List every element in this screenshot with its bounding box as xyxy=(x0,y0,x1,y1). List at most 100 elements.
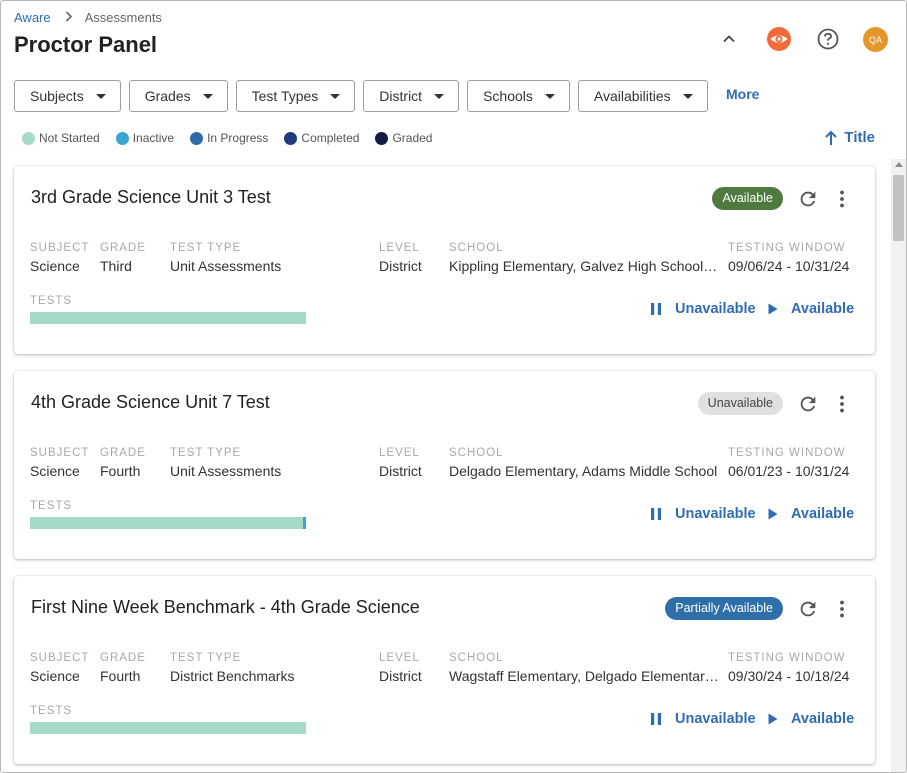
make-unavailable-button[interactable]: Unavailable xyxy=(650,301,756,317)
scroll-up-arrow-icon[interactable] xyxy=(895,162,903,167)
action-label: Available xyxy=(791,711,855,727)
breadcrumb: Aware Assessments xyxy=(14,10,162,25)
play-icon xyxy=(768,303,778,315)
assessment-card[interactable]: 4th Grade Science Unit 7 Test Unavailabl… xyxy=(14,371,875,559)
action-label: Unavailable xyxy=(675,301,756,317)
scroll-thumb[interactable] xyxy=(893,175,904,241)
legend-label: Not Started xyxy=(39,131,100,145)
play-icon xyxy=(768,508,778,520)
action-label: Unavailable xyxy=(675,711,756,727)
breadcrumb-current: Assessments xyxy=(84,10,162,25)
refresh-button[interactable] xyxy=(797,598,819,620)
filter-label: Schools xyxy=(483,88,533,104)
action-label: Available xyxy=(791,301,855,317)
field-label: SUBJECT xyxy=(30,652,90,664)
tests-progress-bar xyxy=(30,722,306,734)
filter-bar: Subjects Grades Test Types District Scho… xyxy=(14,80,716,112)
proctor-panel-window: Aware Assessments Proctor Panel QA Subje… xyxy=(0,0,907,773)
chevron-right-icon xyxy=(65,10,73,25)
field-value: 09/30/24 - 10/18/24 xyxy=(728,668,850,684)
field-value: Third xyxy=(100,258,132,274)
help-icon xyxy=(817,28,839,50)
field-label: TEST TYPE xyxy=(170,447,242,459)
assessment-card[interactable]: First Nine Week Benchmark - 4th Grade Sc… xyxy=(14,576,875,764)
breadcrumb-aware-link[interactable]: Aware xyxy=(14,10,51,25)
make-available-button[interactable]: Available xyxy=(768,711,854,727)
tests-progress-bar xyxy=(30,312,306,324)
monitor-button[interactable] xyxy=(766,26,792,52)
field-value: Science xyxy=(30,668,80,684)
field-value: Delgado Elementary, Adams Middle School xyxy=(449,463,718,479)
field-school: SCHOOL Kippling Elementary, Galvez High S… xyxy=(449,242,721,274)
filter-test-types[interactable]: Test Types xyxy=(235,80,356,112)
field-label: GRADE xyxy=(100,447,146,459)
legend-dot xyxy=(22,131,35,145)
field-label: LEVEL xyxy=(379,447,420,459)
pause-icon xyxy=(651,713,661,725)
field-value: Unit Assessments xyxy=(170,463,282,479)
field-label: TEST TYPE xyxy=(170,242,242,254)
refresh-button[interactable] xyxy=(797,188,819,210)
more-filters-button[interactable]: More xyxy=(726,86,759,102)
legend-graded: Graded xyxy=(375,131,432,145)
refresh-button[interactable] xyxy=(797,393,819,415)
field-school: SCHOOL Delgado Elementary, Adams Middle S… xyxy=(449,447,721,479)
chevron-up-icon xyxy=(723,35,735,43)
make-available-button[interactable]: Available xyxy=(768,506,854,522)
filter-grades[interactable]: Grades xyxy=(128,80,228,112)
legend-label: Completed xyxy=(301,131,360,145)
caret-down-icon xyxy=(434,93,445,99)
filter-label: Grades xyxy=(144,88,191,104)
field-value: District xyxy=(379,668,422,684)
filter-label: Availabilities xyxy=(593,88,671,104)
legend-inactive: Inactive xyxy=(115,131,175,145)
assessment-list[interactable]: 3rd Grade Science Unit 3 Test Available … xyxy=(1,159,906,772)
action-label: Available xyxy=(791,506,855,522)
make-unavailable-button[interactable]: Unavailable xyxy=(650,711,756,727)
status-legend: Not Started Inactive In Progress Complet… xyxy=(22,131,448,145)
help-button[interactable] xyxy=(815,26,841,52)
field-testing-window: TESTING WINDOW 06/01/23 - 10/31/24 xyxy=(728,447,849,479)
field-value: Wagstaff Elementary, Delgado Elementary,… xyxy=(449,668,721,684)
refresh-icon xyxy=(800,396,816,412)
tests-label: TESTS xyxy=(30,295,73,307)
tests-label: TESTS xyxy=(30,500,73,512)
page-title: Proctor Panel xyxy=(14,32,158,57)
caret-down-icon xyxy=(544,93,555,99)
make-available-button[interactable]: Available xyxy=(768,301,854,317)
field-level: LEVEL District xyxy=(379,652,422,684)
legend-label: Inactive xyxy=(132,131,175,145)
field-grade: GRADE Third xyxy=(100,242,146,274)
legend-dot xyxy=(375,131,389,145)
status-badge: Available xyxy=(712,187,783,210)
field-label: GRADE xyxy=(100,652,146,664)
filter-availabilities[interactable]: Availabilities xyxy=(577,80,708,112)
filter-label: District xyxy=(379,88,423,104)
user-avatar[interactable]: QA xyxy=(863,27,888,52)
more-options-button[interactable] xyxy=(831,598,853,620)
field-value: Unit Assessments xyxy=(170,258,282,274)
status-badge: Unavailable xyxy=(697,392,783,415)
caret-down-icon xyxy=(682,93,693,99)
field-label: TEST TYPE xyxy=(170,652,242,664)
filter-district[interactable]: District xyxy=(363,80,460,112)
filter-schools[interactable]: Schools xyxy=(467,80,570,112)
scrollbar[interactable] xyxy=(891,159,906,772)
more-options-button[interactable] xyxy=(831,393,853,415)
more-vertical-icon xyxy=(840,190,844,208)
make-unavailable-button[interactable]: Unavailable xyxy=(650,506,756,522)
field-subject: SUBJECT Science xyxy=(30,242,89,274)
legend-dot xyxy=(190,131,204,145)
field-value: Science xyxy=(30,463,80,479)
field-level: LEVEL District xyxy=(379,447,422,479)
field-school: SCHOOL Wagstaff Elementary, Delgado Eleme… xyxy=(449,652,721,684)
legend-label: Graded xyxy=(392,131,433,145)
more-options-button[interactable] xyxy=(831,188,853,210)
filter-subjects[interactable]: Subjects xyxy=(14,80,121,112)
arrow-up-icon xyxy=(825,130,838,145)
field-test-type: TEST TYPE Unit Assessments xyxy=(170,242,281,274)
field-test-type: TEST TYPE District Benchmarks xyxy=(170,652,294,684)
sort-by-title-button[interactable]: Title xyxy=(824,129,875,146)
collapse-button[interactable] xyxy=(716,26,742,52)
assessment-card[interactable]: 3rd Grade Science Unit 3 Test Available … xyxy=(14,166,875,354)
